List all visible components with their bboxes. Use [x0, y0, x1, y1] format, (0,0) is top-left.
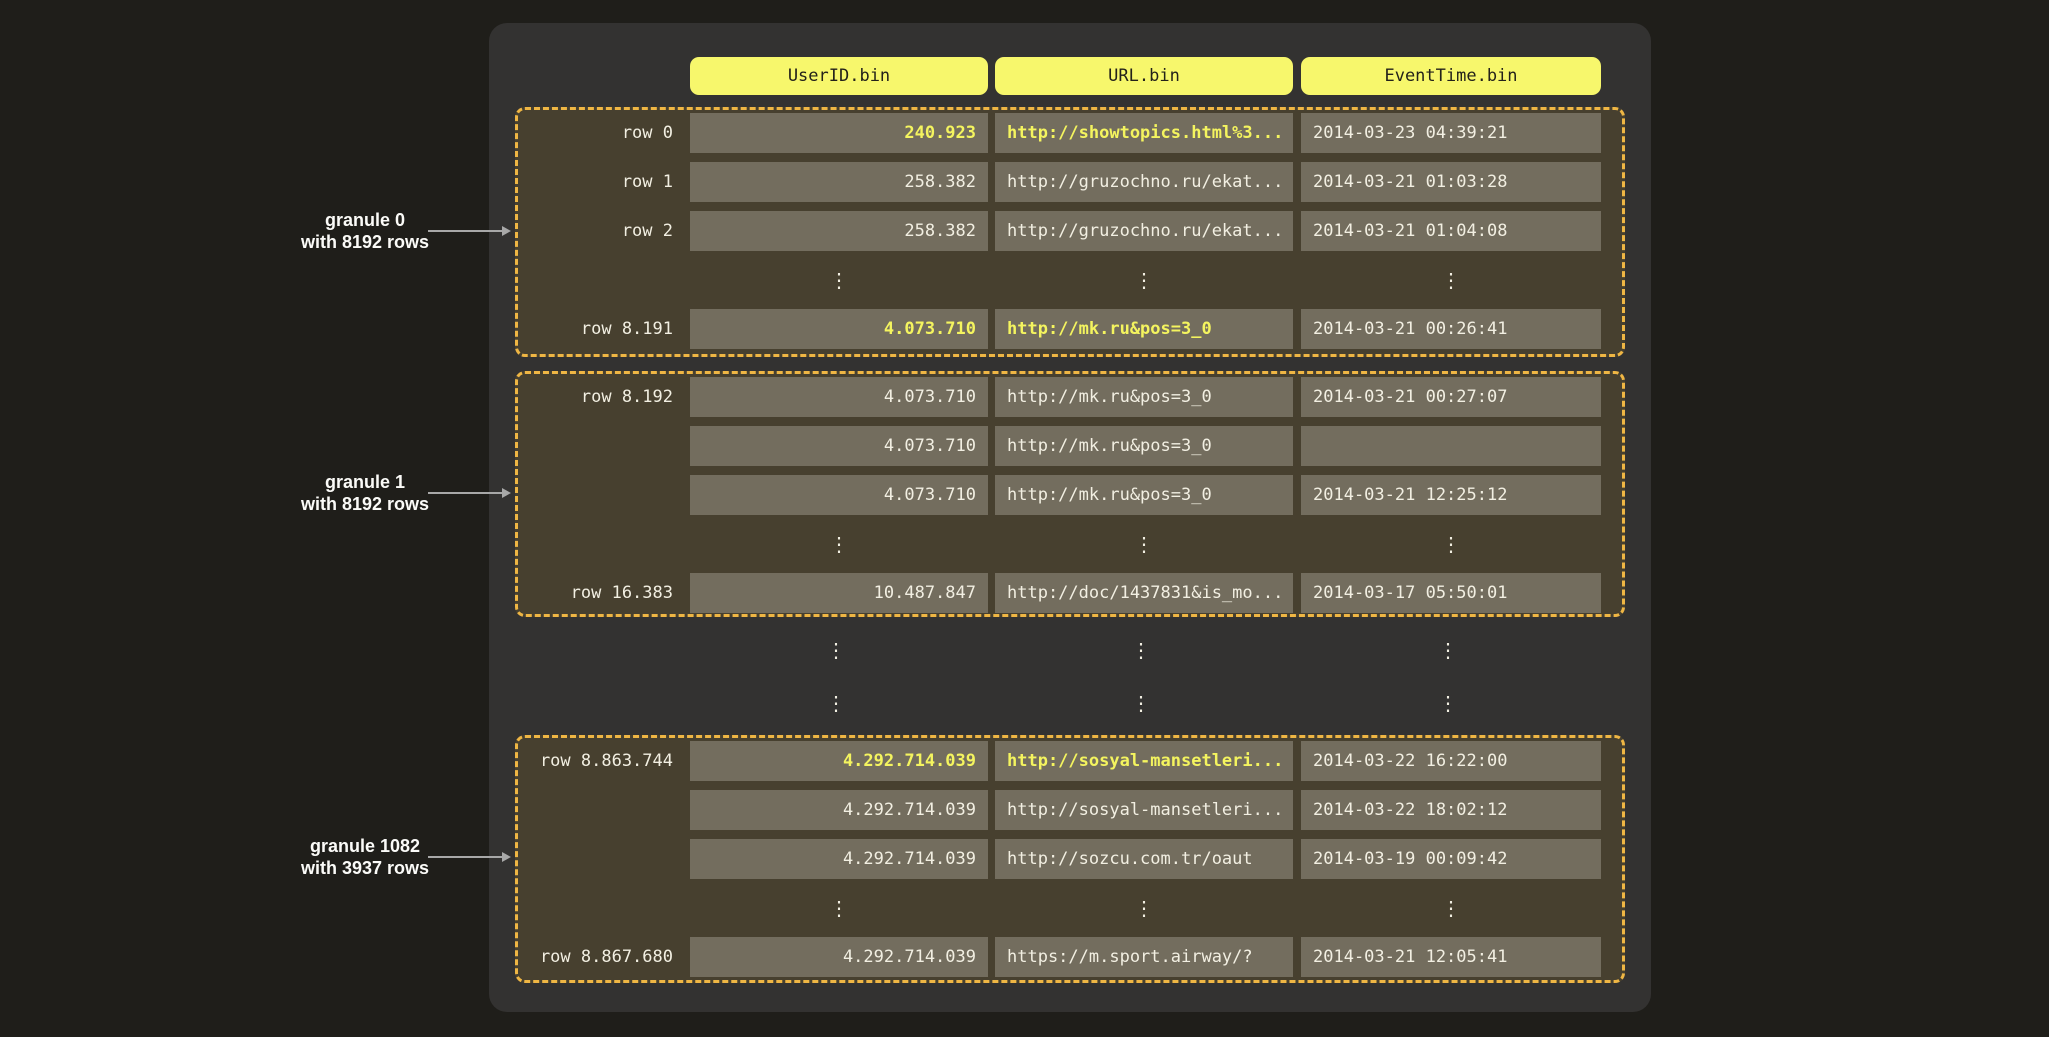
table-row: row 8.867.680 4.292.714.039 https://m.sp… — [518, 937, 1622, 977]
userid-cell: 4.292.714.039 — [690, 790, 988, 830]
granule-0-box: row 0 240.923 http://showtopics.html%3..… — [515, 107, 1625, 357]
granule-1082-arrow-icon — [428, 856, 502, 858]
userid-cell: 4.073.710 — [690, 377, 988, 417]
userid-cell: 4.292.714.039 — [690, 839, 988, 879]
eventtime-cell: 2014-03-21 12:25:12 — [1301, 475, 1601, 515]
vertical-ellipsis-icon: ⋮ — [1298, 633, 1598, 667]
table-row: row 1 258.382 http://gruzochno.ru/ekat..… — [518, 162, 1622, 202]
row-label — [518, 839, 690, 879]
granule-1-arrow-icon — [428, 492, 502, 494]
table-row: 4.073.710 http://mk.ru&pos=3_0 2014-03-2… — [518, 475, 1622, 515]
granule-1-sublabel: with 8192 rows — [301, 494, 429, 514]
row-label: row 2 — [518, 211, 690, 251]
url-cell: http://sosyal-mansetleri... — [995, 790, 1293, 830]
row-label — [518, 260, 690, 300]
vertical-ellipsis-icon: ⋮ — [992, 633, 1290, 667]
granule-1082-sublabel: with 3937 rows — [301, 858, 429, 878]
url-cell: http://mk.ru&pos=3_0 — [995, 377, 1293, 417]
vertical-ellipsis-icon: ⋮ — [1301, 524, 1601, 564]
userid-cell: 4.292.714.039 — [690, 741, 988, 781]
column-header-userid: UserID.bin — [690, 57, 988, 95]
vertical-ellipsis-icon: ⋮ — [995, 260, 1293, 300]
table-row: 4.292.714.039 http://sozcu.com.tr/oaut 2… — [518, 839, 1622, 879]
userid-cell: 4.073.710 — [690, 475, 988, 515]
userid-cell: 258.382 — [690, 211, 988, 251]
table-row: row 8.192 4.073.710 http://mk.ru&pos=3_0… — [518, 377, 1622, 417]
eventtime-cell: 2014-03-23 04:39:21 — [1301, 113, 1601, 153]
eventtime-cell: 2014-03-21 00:27:07 — [1301, 377, 1601, 417]
vertical-ellipsis-icon: ⋮ — [1298, 686, 1598, 720]
row-label: row 8.191 — [518, 309, 690, 349]
granule-1-box: row 8.192 4.073.710 http://mk.ru&pos=3_0… — [515, 371, 1625, 617]
row-label — [518, 426, 690, 466]
granule-0-arrow-icon — [428, 230, 502, 232]
url-cell: http://mk.ru&pos=3_0 — [995, 426, 1293, 466]
eventtime-cell: 2014-03-17 05:50:01 — [1301, 573, 1601, 613]
vertical-ellipsis-icon: ⋮ — [1301, 260, 1601, 300]
url-cell: http://gruzochno.ru/ekat... — [995, 211, 1293, 251]
granule-1082-box: row 8.863.744 4.292.714.039 http://sosya… — [515, 735, 1625, 983]
userid-cell: 4.073.710 — [690, 309, 988, 349]
url-cell: http://gruzochno.ru/ekat... — [995, 162, 1293, 202]
row-label — [518, 790, 690, 830]
granules-diagram: UserID.bin URL.bin EventTime.bin row 0 2… — [0, 0, 2049, 1037]
vertical-ellipsis-icon: ⋮ — [690, 260, 988, 300]
ellipsis-row: ⋮ ⋮ ⋮ — [515, 633, 1625, 667]
table-row: 4.073.710 http://mk.ru&pos=3_0 — [518, 426, 1622, 466]
vertical-ellipsis-icon: ⋮ — [995, 888, 1293, 928]
userid-cell: 240.923 — [690, 113, 988, 153]
eventtime-cell — [1301, 426, 1601, 466]
vertical-ellipsis-icon: ⋮ — [690, 888, 988, 928]
vertical-ellipsis-icon: ⋮ — [687, 686, 985, 720]
vertical-ellipsis-icon: ⋮ — [687, 633, 985, 667]
url-cell: http://sosyal-mansetleri... — [995, 741, 1293, 781]
row-label: row 1 — [518, 162, 690, 202]
table-row: row 0 240.923 http://showtopics.html%3..… — [518, 113, 1622, 153]
eventtime-cell: 2014-03-21 12:05:41 — [1301, 937, 1601, 977]
column-header-url: URL.bin — [995, 57, 1293, 95]
row-label: row 0 — [518, 113, 690, 153]
userid-cell: 4.292.714.039 — [690, 937, 988, 977]
vertical-ellipsis-icon: ⋮ — [690, 524, 988, 564]
eventtime-cell: 2014-03-21 01:04:08 — [1301, 211, 1601, 251]
ellipsis-row: ⋮ ⋮ ⋮ — [518, 888, 1622, 928]
granule-1-label: granule 1 — [325, 472, 405, 492]
column-header-eventtime: EventTime.bin — [1301, 57, 1601, 95]
ellipsis-row: ⋮ ⋮ ⋮ — [515, 686, 1625, 720]
row-label — [518, 888, 690, 928]
granule-0-label: granule 0 — [325, 210, 405, 230]
eventtime-cell: 2014-03-21 01:03:28 — [1301, 162, 1601, 202]
url-cell: http://showtopics.html%3... — [995, 113, 1293, 153]
row-label: row 8.867.680 — [518, 937, 690, 977]
eventtime-cell: 2014-03-22 16:22:00 — [1301, 741, 1601, 781]
granule-0-sublabel: with 8192 rows — [301, 232, 429, 252]
userid-cell: 10.487.847 — [690, 573, 988, 613]
table-row: row 2 258.382 http://gruzochno.ru/ekat..… — [518, 211, 1622, 251]
url-cell: http://doc/1437831&is_mo... — [995, 573, 1293, 613]
ellipsis-row: ⋮ ⋮ ⋮ — [518, 524, 1622, 564]
ellipsis-row: ⋮ ⋮ ⋮ — [518, 260, 1622, 300]
url-cell: http://sozcu.com.tr/oaut — [995, 839, 1293, 879]
row-label: row 16.383 — [518, 573, 690, 613]
url-cell: http://mk.ru&pos=3_0 — [995, 309, 1293, 349]
row-label — [518, 475, 690, 515]
eventtime-cell: 2014-03-22 18:02:12 — [1301, 790, 1601, 830]
row-label: row 8.863.744 — [518, 741, 690, 781]
granule-1082-label: granule 1082 — [310, 836, 420, 856]
vertical-ellipsis-icon: ⋮ — [995, 524, 1293, 564]
userid-cell: 4.073.710 — [690, 426, 988, 466]
table-row: 4.292.714.039 http://sosyal-mansetleri..… — [518, 790, 1622, 830]
table-row: row 8.863.744 4.292.714.039 http://sosya… — [518, 741, 1622, 781]
eventtime-cell: 2014-03-21 00:26:41 — [1301, 309, 1601, 349]
row-label — [518, 524, 690, 564]
url-cell: https://m.sport.airway/? — [995, 937, 1293, 977]
table-row: row 8.191 4.073.710 http://mk.ru&pos=3_0… — [518, 309, 1622, 349]
table-row: row 16.383 10.487.847 http://doc/1437831… — [518, 573, 1622, 613]
vertical-ellipsis-icon: ⋮ — [1301, 888, 1601, 928]
vertical-ellipsis-icon: ⋮ — [992, 686, 1290, 720]
userid-cell: 258.382 — [690, 162, 988, 202]
url-cell: http://mk.ru&pos=3_0 — [995, 475, 1293, 515]
row-label: row 8.192 — [518, 377, 690, 417]
eventtime-cell: 2014-03-19 00:09:42 — [1301, 839, 1601, 879]
